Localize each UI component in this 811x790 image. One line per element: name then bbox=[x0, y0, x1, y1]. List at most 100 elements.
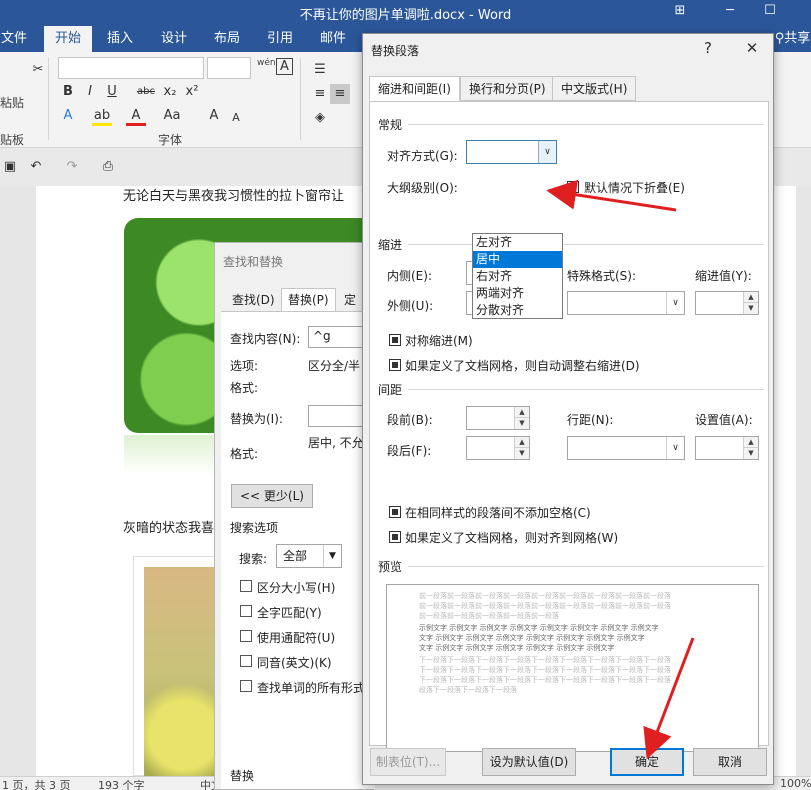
chevron-down-icon[interactable]: ∨ bbox=[666, 437, 684, 459]
spin-down-icon[interactable]: ▼ bbox=[514, 448, 529, 459]
tab-indents-spacing[interactable]: 缩进和间距(I) bbox=[369, 76, 460, 101]
snap-to-grid-checkbox[interactable] bbox=[389, 531, 401, 543]
tab-file[interactable]: 文件 bbox=[0, 26, 28, 52]
replace-format-label: 格式: bbox=[230, 447, 259, 461]
whole-word-label: 全字匹配(Y) bbox=[257, 606, 322, 620]
phonetic-guide-icon[interactable]: wén bbox=[257, 58, 276, 68]
shading-icon[interactable]: ◈ bbox=[310, 108, 330, 128]
italic-button[interactable]: I bbox=[80, 82, 100, 102]
spin-up-icon[interactable]: ▲ bbox=[514, 437, 529, 448]
tab-asian-typography[interactable]: 中文版式(H) bbox=[552, 76, 637, 101]
page-count[interactable]: 1 页，共 3 页 bbox=[2, 777, 71, 790]
special-indent-select[interactable]: ∨ bbox=[567, 291, 685, 315]
mirror-indents-checkbox[interactable] bbox=[389, 334, 401, 346]
all-word-forms-checkbox[interactable] bbox=[240, 680, 252, 692]
replace-with-label: 替换为(I): bbox=[230, 412, 283, 426]
font-name-box[interactable] bbox=[58, 57, 204, 79]
spin-down-icon[interactable]: ▼ bbox=[743, 303, 758, 314]
close-icon[interactable]: ✕ bbox=[743, 39, 761, 57]
collapse-by-default-label: 默认情况下折叠(E) bbox=[584, 181, 685, 195]
strikethrough-button[interactable]: abc bbox=[134, 82, 158, 102]
no-space-same-style-checkbox[interactable] bbox=[389, 506, 401, 518]
space-before-spinner[interactable]: ▲ ▼ bbox=[466, 406, 530, 430]
tab-insert[interactable]: 插入 bbox=[100, 26, 140, 52]
line-spacing-label: 行距(N): bbox=[567, 413, 614, 427]
spin-down-icon[interactable]: ▼ bbox=[743, 448, 758, 459]
indent-by-spinner[interactable]: ▲ ▼ bbox=[695, 291, 759, 315]
char-border-icon[interactable]: A bbox=[276, 58, 293, 75]
tab-references[interactable]: 引用 bbox=[260, 26, 300, 52]
less-button[interactable]: << 更少(L) bbox=[231, 484, 313, 508]
find-format-label: 格式: bbox=[230, 381, 259, 395]
alignment-option-right[interactable]: 右对齐 bbox=[473, 268, 562, 285]
tab-home[interactable]: 开始 bbox=[44, 26, 92, 52]
ok-button[interactable]: 确定 bbox=[610, 748, 684, 776]
find-what-label: 查找内容(N): bbox=[230, 332, 301, 346]
font-size-box[interactable] bbox=[207, 57, 251, 79]
spin-up-icon[interactable]: ▲ bbox=[514, 407, 529, 418]
match-case-checkbox[interactable] bbox=[240, 580, 252, 592]
highlight-icon[interactable]: ab bbox=[92, 106, 112, 126]
align-center-icon[interactable]: ≡ bbox=[330, 84, 350, 104]
word-count[interactable]: 193 个字 bbox=[98, 777, 145, 790]
alignment-select[interactable]: ∨ bbox=[466, 140, 557, 164]
alignment-option-center[interactable]: 居中 bbox=[473, 251, 562, 268]
tab-line-page-breaks[interactable]: 换行和分页(P) bbox=[460, 76, 555, 101]
maximize-icon[interactable]: ☐ bbox=[760, 2, 780, 20]
tabs-button[interactable]: 制表位(T)... bbox=[370, 748, 446, 776]
subscript-button[interactable]: x₂ bbox=[160, 82, 180, 102]
print-preview-icon[interactable]: ⎙ bbox=[98, 157, 118, 177]
spin-up-icon[interactable]: ▲ bbox=[743, 292, 758, 303]
tab-layout[interactable]: 布局 bbox=[207, 26, 247, 52]
ribbon-display-icon[interactable]: ⊞ bbox=[670, 2, 690, 20]
bullets-icon[interactable]: ☰ bbox=[310, 60, 330, 80]
alignment-option-distributed[interactable]: 分散对齐 bbox=[473, 302, 562, 319]
text-effects-icon[interactable]: A bbox=[58, 106, 78, 126]
spin-up-icon[interactable]: ▲ bbox=[743, 437, 758, 448]
outside-indent-label: 外侧(U): bbox=[387, 299, 434, 313]
grow-font-icon[interactable]: A bbox=[204, 106, 224, 126]
minimize-icon[interactable]: ─ bbox=[720, 2, 740, 20]
tab-design[interactable]: 设计 bbox=[154, 26, 194, 52]
save-icon[interactable]: ▣ bbox=[0, 157, 20, 177]
section-divider bbox=[408, 244, 764, 245]
cut-icon[interactable]: ✂ bbox=[28, 60, 48, 80]
sounds-like-label: 同音(英文)(K) bbox=[257, 656, 332, 670]
tab-find[interactable]: 查找(D) bbox=[225, 288, 282, 312]
spacing-at-spinner[interactable]: ▲ ▼ bbox=[695, 436, 759, 460]
alignment-option-left[interactable]: 左对齐 bbox=[473, 234, 562, 251]
space-after-spinner[interactable]: ▲ ▼ bbox=[466, 436, 530, 460]
wildcards-checkbox[interactable] bbox=[240, 630, 252, 642]
zoom-level[interactable]: 100% bbox=[780, 777, 811, 790]
bold-button[interactable]: B bbox=[58, 82, 78, 102]
superscript-button[interactable]: x² bbox=[182, 82, 202, 102]
auto-adjust-indent-checkbox[interactable] bbox=[389, 359, 401, 371]
help-icon[interactable]: ? bbox=[699, 39, 717, 57]
indents-spacing-panel: 常规 对齐方式(G): ∨ 大纲级别(O): 默认情况下折叠(E) 缩进 内侧(… bbox=[369, 101, 769, 752]
search-direction-select[interactable]: 全部 ▼ bbox=[276, 544, 342, 568]
chevron-down-icon[interactable]: ∨ bbox=[666, 292, 684, 314]
alignment-option-justify[interactable]: 两端对齐 bbox=[473, 285, 562, 302]
align-left-icon[interactable]: ≡ bbox=[310, 84, 330, 104]
font-color-icon[interactable]: A bbox=[126, 106, 146, 126]
preview-next-line: 段落下一段落下一段落下一段落 bbox=[419, 686, 517, 694]
set-default-button[interactable]: 设为默认值(D) bbox=[482, 748, 576, 776]
undo-icon[interactable]: ↶ bbox=[26, 157, 46, 177]
sounds-like-checkbox[interactable] bbox=[240, 655, 252, 667]
whole-word-checkbox[interactable] bbox=[240, 605, 252, 617]
share-button[interactable]: ⚲共享 bbox=[774, 26, 811, 52]
shrink-font-icon[interactable]: A bbox=[226, 108, 246, 128]
preview-sample-line: 示例文字 示例文字 示例文字 示例文字 示例文字 示例文字 示例文字 示例文字 bbox=[419, 624, 659, 632]
chevron-down-icon[interactable]: ∨ bbox=[538, 141, 556, 163]
no-space-same-style-label: 在相同样式的段落间不添加空格(C) bbox=[405, 506, 591, 520]
change-case-icon[interactable]: Aa bbox=[160, 106, 184, 126]
line-spacing-select[interactable]: ∨ bbox=[567, 436, 685, 460]
document-text-line: 无论白天与黑夜我习惯性的拉卜窗帘让 bbox=[123, 189, 345, 204]
spin-down-icon[interactable]: ▼ bbox=[514, 418, 529, 429]
tab-mailings[interactable]: 邮件 bbox=[313, 26, 353, 52]
cancel-button[interactable]: 取消 bbox=[693, 748, 767, 776]
underline-button[interactable]: U bbox=[102, 82, 122, 102]
tab-replace[interactable]: 替换(P) bbox=[281, 288, 336, 312]
collapse-by-default-checkbox[interactable] bbox=[567, 181, 579, 193]
redo-icon[interactable]: ↷ bbox=[62, 157, 82, 177]
